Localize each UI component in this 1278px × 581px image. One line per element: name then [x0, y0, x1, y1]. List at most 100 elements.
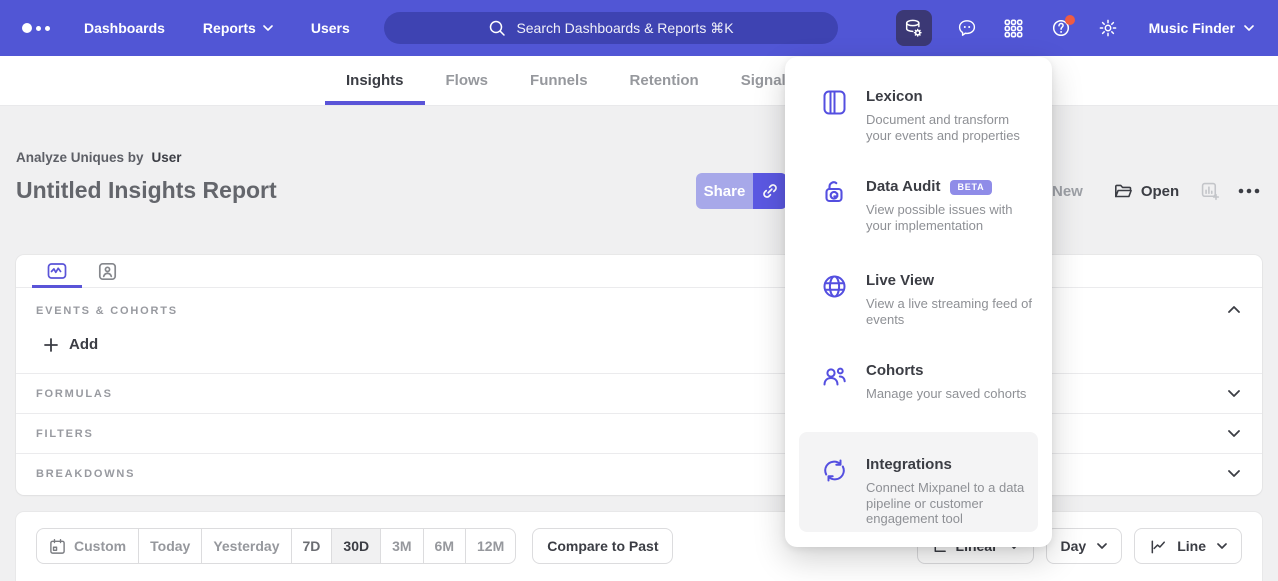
range-label: Custom — [74, 538, 126, 554]
plus-icon — [44, 338, 58, 352]
nav-reports-label: Reports — [203, 20, 256, 36]
date-range-segmented-control: Custom Today Yesterday 7D 30D 3M 6M 12M — [36, 528, 516, 564]
breakdowns-section[interactable]: BREAKDOWNS — [16, 453, 1262, 493]
report-toolbar: New Open — [1029, 173, 1261, 209]
tab-flows[interactable]: Flows — [425, 56, 510, 105]
chevron-down-icon — [1228, 390, 1240, 397]
share-split-button: Share — [696, 173, 787, 209]
add-label: Add — [69, 336, 98, 353]
chevron-up-icon[interactable] — [1228, 306, 1240, 313]
range-label: 7D — [303, 538, 321, 554]
menu-item-description: Connect Mixpanel to a data pipeline or c… — [866, 480, 1032, 527]
events-cohorts-section: EVENTS & COHORTS Add — [16, 288, 1262, 373]
tab-events-metrics[interactable] — [32, 255, 82, 287]
tab-label: Signal — [741, 72, 786, 89]
menu-item-title: Integrations — [866, 455, 1032, 475]
share-button[interactable]: Share — [696, 173, 753, 209]
analyze-line: Analyze Uniques byUser — [16, 150, 182, 165]
range-label: Today — [150, 538, 190, 554]
range-30d[interactable]: 30D — [331, 529, 380, 563]
compare-to-past-button[interactable]: Compare to Past — [532, 528, 673, 564]
range-6m[interactable]: 6M — [423, 529, 465, 563]
menu-item-live-view[interactable]: Live View View a live streaming feed of … — [821, 271, 1032, 327]
top-navbar: Dashboards Reports Users Search Dashboar… — [0, 0, 1278, 56]
menu-item-description: View a live streaming feed of events — [866, 296, 1032, 327]
report-tabs: Insights Flows Funnels Retention Signal … — [0, 56, 1278, 106]
range-label: 30D — [343, 538, 369, 554]
open-report-button[interactable]: Open — [1113, 181, 1179, 201]
menu-item-description: Document and transform your events and p… — [866, 112, 1032, 143]
folder-icon — [1113, 181, 1133, 201]
mixpanel-logo-icon[interactable] — [22, 23, 50, 33]
tab-retention[interactable]: Retention — [609, 56, 720, 105]
filters-section[interactable]: FILTERS — [16, 413, 1262, 453]
range-label: 3M — [392, 538, 411, 554]
chart-type-label: Line — [1177, 538, 1206, 554]
more-options-icon[interactable] — [1237, 187, 1261, 195]
primary-nav: Dashboards Reports Users — [84, 20, 350, 36]
data-management-icon[interactable] — [896, 10, 932, 46]
tab-funnels[interactable]: Funnels — [509, 56, 609, 105]
granularity-dropdown[interactable]: Day — [1046, 528, 1123, 564]
beta-badge: BETA — [950, 180, 991, 195]
menu-item-lexicon[interactable]: Lexicon Document and transform your even… — [821, 87, 1032, 143]
report-title[interactable]: Untitled Insights Report — [16, 177, 277, 204]
add-to-dashboard-icon[interactable] — [1201, 182, 1220, 201]
builder-mode-tabs — [16, 255, 1262, 288]
navbar-actions: Music Finder — [896, 0, 1278, 56]
menu-item-description: View possible issues with your implement… — [866, 202, 1032, 233]
menu-item-title-text: Data Audit — [866, 177, 940, 197]
tab-label: Flows — [446, 72, 489, 89]
chart-controls-panel: Custom Today Yesterday 7D 30D 3M 6M 12M … — [16, 512, 1262, 581]
add-event-button[interactable]: Add — [44, 336, 98, 353]
compare-label: Compare to Past — [547, 538, 658, 554]
menu-item-data-audit[interactable]: Data Audit BETA View possible issues wit… — [821, 177, 1032, 233]
messages-icon[interactable] — [955, 16, 979, 40]
range-12m[interactable]: 12M — [465, 529, 515, 563]
project-switcher[interactable]: Music Finder — [1149, 20, 1254, 36]
integrations-icon — [821, 457, 848, 484]
nav-dashboards[interactable]: Dashboards — [84, 20, 165, 36]
tab-user-profiles[interactable] — [82, 255, 132, 287]
nav-dashboards-label: Dashboards — [84, 20, 165, 36]
tab-label: Retention — [630, 72, 699, 89]
menu-item-title: Data Audit BETA — [866, 177, 1032, 197]
chevron-down-icon — [1228, 430, 1240, 437]
analyze-entity-selector[interactable]: User — [152, 150, 182, 165]
chevron-down-icon — [263, 25, 273, 31]
menu-item-title: Live View — [866, 271, 1032, 291]
menu-item-cohorts[interactable]: Cohorts Manage your saved cohorts — [821, 361, 1032, 402]
events-cohorts-header: EVENTS & COHORTS — [36, 305, 178, 317]
range-7d[interactable]: 7D — [291, 529, 332, 563]
help-icon[interactable] — [1049, 16, 1073, 40]
settings-icon[interactable] — [1096, 16, 1120, 40]
menu-item-title: Cohorts — [866, 361, 1026, 381]
copy-link-button[interactable] — [753, 173, 787, 209]
range-3m[interactable]: 3M — [380, 529, 422, 563]
query-builder-panel: EVENTS & COHORTS Add FORMULAS FILTERS BR… — [16, 255, 1262, 495]
nav-users[interactable]: Users — [311, 20, 350, 36]
breakdowns-header: BREAKDOWNS — [36, 468, 135, 480]
data-management-dropdown: Lexicon Document and transform your even… — [785, 57, 1052, 547]
range-label: 12M — [477, 538, 504, 554]
menu-item-title: Lexicon — [866, 87, 1032, 107]
nav-reports[interactable]: Reports — [203, 20, 273, 36]
range-today[interactable]: Today — [138, 529, 201, 563]
tab-insights[interactable]: Insights — [325, 56, 425, 105]
formulas-section[interactable]: FORMULAS — [16, 373, 1262, 413]
range-yesterday[interactable]: Yesterday — [201, 529, 290, 563]
metrics-icon — [47, 262, 67, 280]
range-custom[interactable]: Custom — [37, 529, 138, 563]
chevron-down-icon — [1097, 543, 1107, 549]
apps-grid-icon[interactable] — [1002, 16, 1026, 40]
tab-label: Insights — [346, 72, 404, 89]
lexicon-icon — [821, 89, 848, 116]
search-placeholder: Search Dashboards & Reports ⌘K — [516, 20, 733, 37]
search-input[interactable]: Search Dashboards & Reports ⌘K — [384, 12, 838, 44]
live-view-icon — [821, 273, 848, 300]
search-icon — [488, 19, 506, 37]
chart-type-dropdown[interactable]: Line — [1134, 528, 1242, 564]
menu-item-integrations[interactable]: Integrations Connect Mixpanel to a data … — [821, 455, 1032, 527]
formulas-header: FORMULAS — [36, 388, 113, 400]
nav-users-label: Users — [311, 20, 350, 36]
